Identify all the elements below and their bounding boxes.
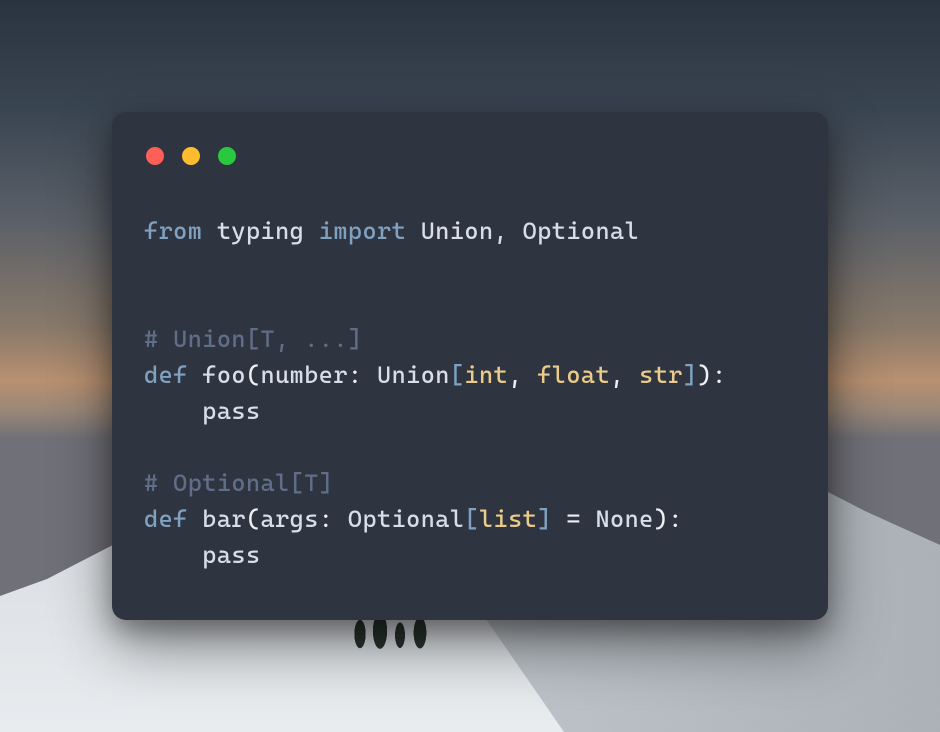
equals-default: = — [552, 505, 596, 533]
close-icon[interactable] — [146, 147, 164, 165]
bracket-close: ] — [537, 505, 552, 533]
keyword-import: import — [319, 217, 406, 245]
type-list: list — [479, 505, 537, 533]
annotation-union: Union — [377, 361, 450, 389]
keyword-pass: pass — [144, 541, 261, 569]
type-str: str — [639, 361, 683, 389]
annotation-optional: Optional — [348, 505, 465, 533]
comment-optional: # Optional[T] — [144, 469, 333, 497]
module-name: typing — [217, 217, 304, 245]
colon: : — [712, 361, 727, 389]
keyword-def: def — [144, 361, 188, 389]
comma: , — [508, 361, 523, 389]
param-args: args — [261, 505, 319, 533]
colon: : — [348, 361, 363, 389]
keyword-from: from — [144, 217, 202, 245]
default-none: None — [595, 505, 653, 533]
function-name-bar: bar — [202, 505, 246, 533]
param-number: number — [261, 361, 348, 389]
paren-close: ) — [697, 361, 712, 389]
bracket-open: [ — [450, 361, 465, 389]
minimize-icon[interactable] — [182, 147, 200, 165]
colon: : — [668, 505, 683, 533]
type-float: float — [537, 361, 610, 389]
keyword-pass: pass — [144, 397, 261, 425]
comma: , — [610, 361, 625, 389]
paren-close: ) — [654, 505, 669, 533]
bracket-close: ] — [683, 361, 698, 389]
comment-union: # Union[T, ...] — [144, 325, 362, 353]
import-names: Union, Optional — [421, 217, 639, 245]
bracket-open: [ — [464, 505, 479, 533]
colon: : — [319, 505, 334, 533]
traffic-lights — [144, 144, 796, 165]
type-int: int — [464, 361, 508, 389]
paren-open: ( — [246, 505, 261, 533]
paren-open: ( — [246, 361, 261, 389]
keyword-def: def — [144, 505, 188, 533]
code-window: from typing import Union, Optional # Uni… — [112, 112, 828, 620]
code-content: from typing import Union, Optional # Uni… — [144, 213, 796, 573]
function-name-foo: foo — [202, 361, 246, 389]
zoom-icon[interactable] — [218, 147, 236, 165]
